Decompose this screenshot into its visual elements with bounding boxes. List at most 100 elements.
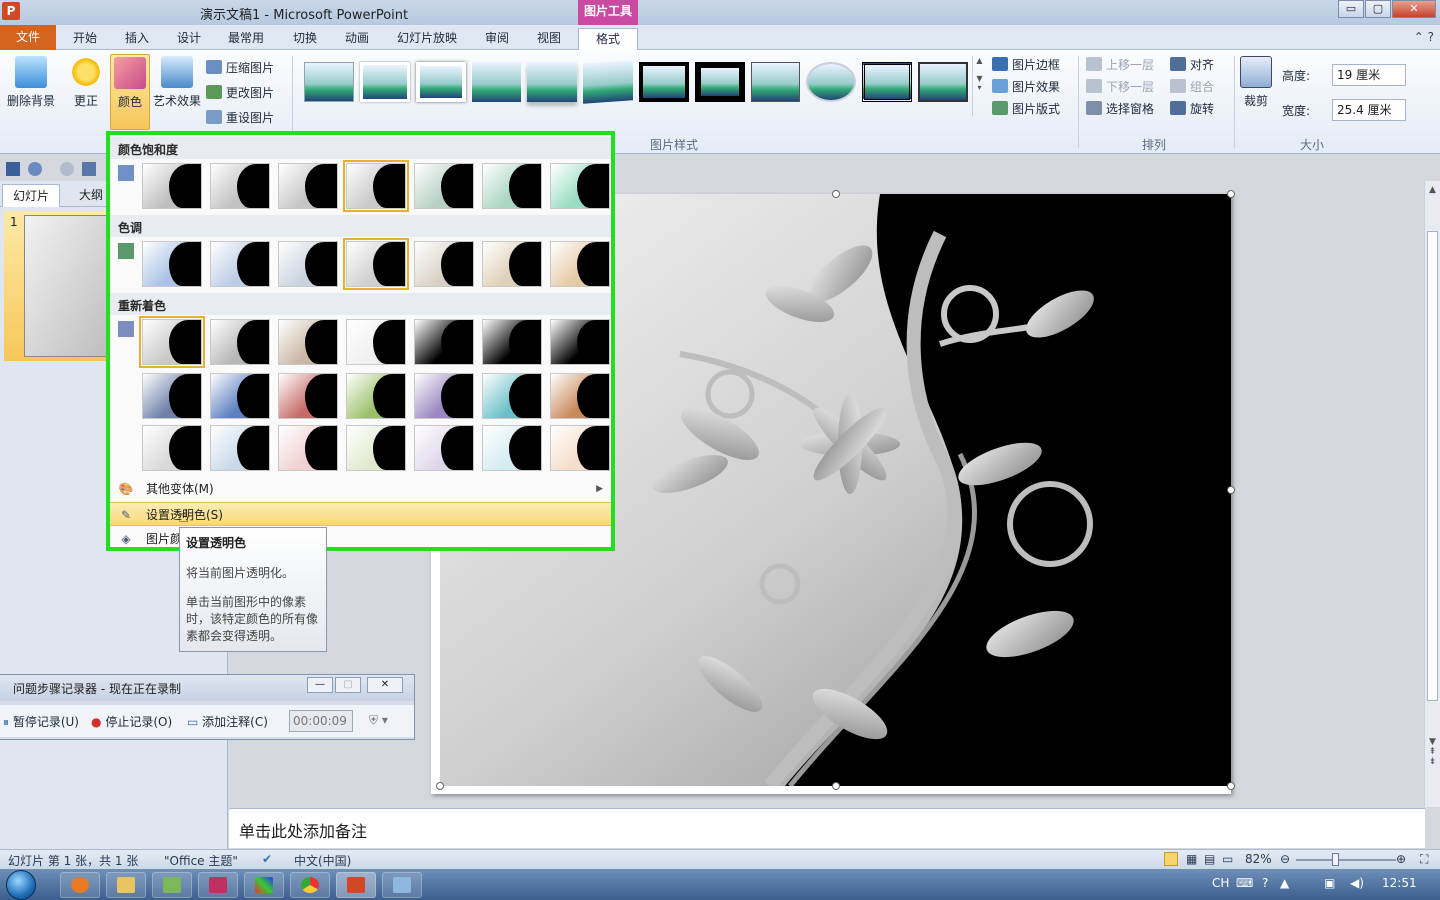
taskbar-app[interactable] [244,872,284,898]
theme-name[interactable]: "Office 主题" [164,852,238,869]
stop-record-button[interactable]: ● 停止记录(O) [91,713,172,730]
steps-recorder-maximize[interactable]: ▢ [335,677,361,693]
taskbar-app[interactable] [152,872,192,898]
color-swatch[interactable] [482,319,542,365]
color-swatch[interactable] [142,373,202,419]
network-icon[interactable]: ▣ [1324,876,1335,890]
tab-home[interactable]: 开始 [62,28,108,50]
corrections-button[interactable]: 更正 [64,54,108,124]
color-swatch[interactable] [550,319,610,365]
color-swatch[interactable] [278,425,338,471]
color-swatch[interactable] [142,163,202,209]
picture-style-thumb[interactable] [918,62,968,102]
ime-indicator[interactable]: CH [1212,876,1229,890]
powerpoint-app-icon[interactable]: P [2,2,20,20]
picture-style-thumb[interactable] [806,62,857,102]
color-swatch[interactable] [414,241,474,287]
color-swatch[interactable] [550,241,610,287]
color-swatch[interactable] [278,319,338,365]
add-comment-button[interactable]: ▭ 添加注释(C) [187,713,268,730]
color-swatch[interactable] [482,373,542,419]
volume-icon[interactable]: ◀) [1350,876,1364,890]
color-swatch[interactable] [414,163,474,209]
tab-file[interactable]: 文件 [0,25,56,50]
color-swatch[interactable] [278,373,338,419]
reset-picture-button[interactable]: 重设图片 [206,106,274,128]
picture-style-thumb[interactable] [415,62,466,102]
color-swatch[interactable] [210,319,270,365]
zoom-out-icon[interactable]: ⊖ [1280,852,1290,866]
taskbar-chrome[interactable] [290,872,330,898]
tab-format[interactable]: 格式 [578,28,638,50]
ime-settings-icon[interactable]: ? [1262,876,1268,890]
clock[interactable]: 12:51 [1382,876,1417,890]
tray-expand-icon[interactable]: ▲ [1280,876,1289,890]
tab-animations[interactable]: 动画 [334,28,380,50]
picture-style-thumb[interactable] [527,62,578,102]
slideshow-view-icon[interactable]: ▭ [1222,852,1233,866]
taskbar-app[interactable] [198,872,238,898]
crop-button[interactable]: 裁剪 [1238,54,1274,124]
tab-slides[interactable]: 幻灯片 [2,184,60,207]
color-swatch[interactable] [210,241,270,287]
undo-icon[interactable] [28,162,42,176]
fit-to-window-icon[interactable]: ⛶ [1420,852,1428,867]
resize-handle[interactable] [436,782,444,790]
steps-recorder-minimize[interactable]: — [307,677,333,693]
color-swatch[interactable] [346,425,406,471]
tab-design[interactable]: 设计 [166,28,212,50]
color-swatch[interactable] [550,163,610,209]
picture-style-thumb[interactable] [750,62,801,102]
tab-view[interactable]: 视图 [526,28,572,50]
picture-style-thumb[interactable] [471,62,522,102]
save-icon[interactable] [6,162,20,176]
color-swatch[interactable] [482,425,542,471]
remove-background-button[interactable]: 删除背景 [4,54,58,124]
resize-handle[interactable] [1227,782,1235,790]
width-spinner[interactable]: 25.4 厘米 [1332,99,1406,121]
resize-handle[interactable] [1227,190,1235,198]
color-swatch[interactable] [414,425,474,471]
normal-view-icon[interactable] [1164,852,1178,866]
send-backward-button[interactable]: 下移一层 [1086,75,1154,97]
compress-pictures-button[interactable]: 压缩图片 [206,56,274,78]
picture-layout-button[interactable]: 图片版式 [992,97,1060,119]
taskbar-powerpoint[interactable] [336,872,376,898]
picture-border-button[interactable]: 图片边框 [992,53,1060,75]
tab-insert[interactable]: 插入 [114,28,160,50]
artistic-effects-button[interactable]: 艺术效果 [152,54,202,124]
language-indicator[interactable]: 中文(中国) [294,852,351,869]
color-swatch[interactable] [142,425,202,471]
group-button[interactable]: 组合 [1170,75,1214,97]
color-swatch[interactable] [414,319,474,365]
color-swatch[interactable] [414,373,474,419]
spellcheck-icon[interactable]: ✔ [262,852,272,866]
color-swatch[interactable] [343,160,409,212]
color-swatch[interactable] [343,238,409,290]
color-swatch[interactable] [550,373,610,419]
tab-review[interactable]: 审阅 [474,28,520,50]
color-swatch[interactable] [278,241,338,287]
height-spinner[interactable]: 19 厘米 [1332,64,1406,86]
taskbar-steps-recorder[interactable] [382,872,422,898]
resize-handle[interactable] [1227,486,1235,494]
close-button[interactable]: ✕ [1392,0,1436,18]
notes-pane[interactable]: 单击此处添加备注 [229,808,1425,848]
slide-sorter-icon[interactable]: ▦ [1186,852,1197,866]
color-button[interactable]: 颜色 [110,54,150,130]
shield-icon[interactable]: ⛨ ▾ [369,713,388,728]
picture-style-thumb[interactable] [304,62,354,102]
color-swatch[interactable] [210,425,270,471]
styles-gallery-scroll[interactable]: ▲ ▼ ▾ [972,56,986,116]
keyboard-icon[interactable]: ⌨ [1236,876,1253,890]
align-button[interactable]: 对齐 [1170,53,1214,75]
zoom-slider-thumb[interactable] [1332,853,1339,866]
steps-recorder-close[interactable]: ✕ [367,677,403,693]
picture-style-thumb[interactable] [638,62,689,102]
picture-style-thumb[interactable] [583,60,633,104]
more-variations-menu-item[interactable]: 🎨 其他变体(M) ▶ [110,477,611,501]
start-button[interactable] [6,870,36,900]
color-swatch[interactable] [346,319,406,365]
tab-transitions[interactable]: 切换 [282,28,328,50]
reading-view-icon[interactable]: ▤ [1204,852,1215,866]
